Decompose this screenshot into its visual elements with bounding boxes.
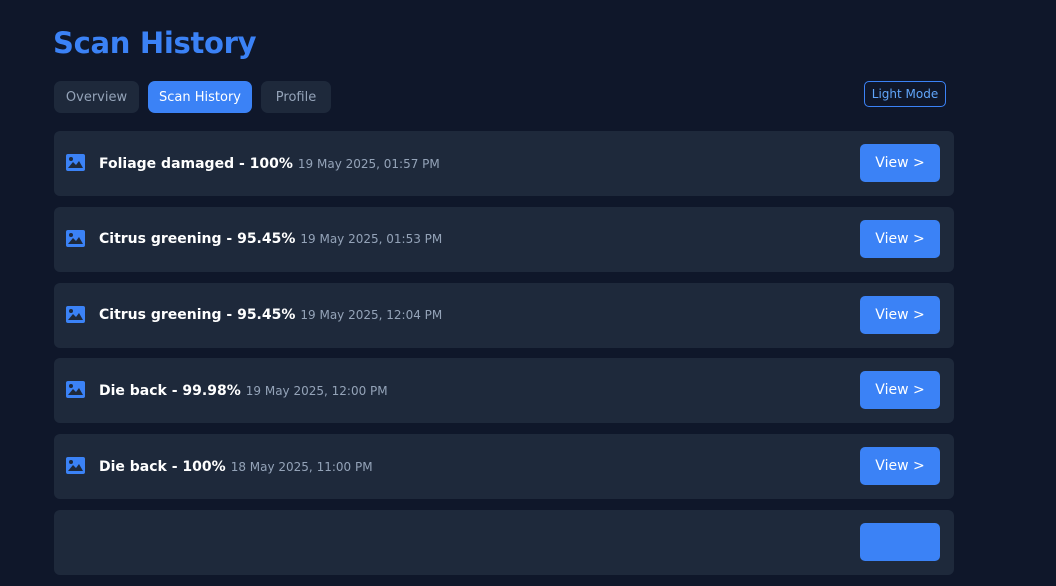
- image-icon: [66, 305, 85, 323]
- view-button-partial[interactable]: [860, 522, 940, 561]
- view-button[interactable]: View >: [860, 447, 940, 486]
- tab-scan-history[interactable]: Scan History: [148, 81, 252, 113]
- scan-result: Foliage damaged - 100%: [99, 155, 293, 172]
- image-icon: [66, 457, 85, 475]
- image-icon: [66, 154, 85, 171]
- scan-label: Foliage damaged - 100% 19 May 2025, 01:5…: [99, 131, 440, 196]
- scan-timestamp: 19 May 2025, 12:00 PM: [245, 383, 388, 398]
- scan-result: Citrus greening - 95.45%: [99, 231, 296, 248]
- scan-result: Citrus greening - 95.45%: [99, 307, 296, 324]
- scan-label: Die back - 99.98% 19 May 2025, 12:00 PM: [99, 358, 388, 423]
- view-button[interactable]: View >: [860, 295, 940, 334]
- scan-history-list: Foliage damaged - 100% 19 May 2025, 01:5…: [54, 131, 954, 586]
- view-button[interactable]: View >: [860, 219, 940, 258]
- tab-overview[interactable]: Overview: [54, 81, 139, 113]
- scan-row: Citrus greening - 95.45% 19 May 2025, 01…: [54, 206, 954, 272]
- page-title: Scan History: [53, 26, 257, 60]
- scan-label: Citrus greening - 95.45% 19 May 2025, 01…: [99, 207, 442, 272]
- view-button[interactable]: View >: [860, 144, 940, 182]
- tab-profile[interactable]: Profile: [261, 81, 331, 113]
- light-mode-button[interactable]: Light Mode: [864, 81, 946, 107]
- scan-row: Citrus greening - 95.45% 19 May 2025, 12…: [54, 282, 954, 348]
- scan-result: Die back - 100%: [99, 458, 226, 475]
- view-button[interactable]: View >: [860, 371, 940, 410]
- scan-timestamp: 18 May 2025, 11:00 PM: [230, 459, 373, 474]
- scan-timestamp: 19 May 2025, 01:57 PM: [297, 156, 440, 171]
- scan-row: Die back - 100% 18 May 2025, 11:00 PM Vi…: [54, 434, 954, 500]
- scan-timestamp: 19 May 2025, 12:04 PM: [300, 308, 443, 323]
- scan-row: Foliage damaged - 100% 19 May 2025, 01:5…: [54, 131, 954, 196]
- scan-row: Die back - 99.98% 19 May 2025, 12:00 PM …: [54, 358, 954, 424]
- scan-result: Die back - 99.98%: [99, 382, 241, 399]
- scan-timestamp: 19 May 2025, 01:53 PM: [300, 232, 443, 247]
- scan-label: Die back - 100% 18 May 2025, 11:00 PM: [99, 434, 373, 499]
- scan-label: Citrus greening - 95.45% 19 May 2025, 12…: [99, 283, 442, 348]
- image-icon: [66, 229, 85, 247]
- image-icon: [66, 381, 85, 399]
- tab-bar: Overview Scan History Profile: [54, 81, 331, 113]
- scan-row-partial: [54, 509, 954, 575]
